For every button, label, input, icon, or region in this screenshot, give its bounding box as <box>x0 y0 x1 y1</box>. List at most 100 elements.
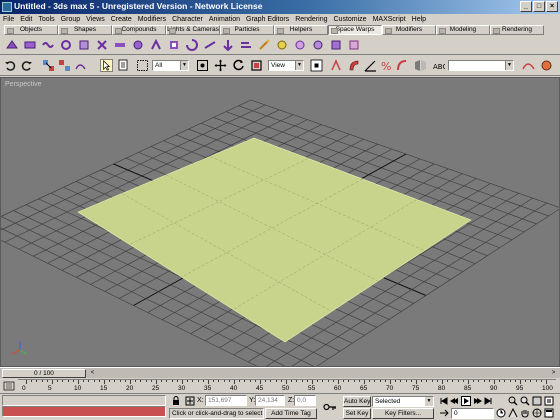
select-object-icon[interactable] <box>100 59 113 72</box>
menu-views[interactable]: Views <box>83 14 108 25</box>
menu-tools[interactable]: Tools <box>35 14 57 25</box>
menu-maxscript[interactable]: MAXScript <box>370 14 409 25</box>
tab-particles[interactable]: Particles <box>220 25 274 35</box>
set-key-button[interactable]: Set Key <box>343 408 371 419</box>
next-frame-icon[interactable] <box>472 396 482 406</box>
conform-icon[interactable] <box>348 39 360 51</box>
zoom-all-icon[interactable] <box>520 396 530 406</box>
udeflector-icon[interactable] <box>330 39 342 51</box>
x-coordinate-field[interactable]: 151,697 <box>205 395 247 406</box>
arc-rotate-icon[interactable] <box>532 408 542 418</box>
play-icon[interactable] <box>461 396 471 406</box>
y-coordinate-field[interactable]: 24,134 <box>255 395 285 406</box>
plane-object[interactable] <box>77 137 472 343</box>
motor-icon[interactable] <box>150 39 162 51</box>
menu-group[interactable]: Group <box>58 14 83 25</box>
force-warp-icon[interactable] <box>6 39 18 51</box>
select-and-rotate-icon[interactable] <box>232 59 245 72</box>
maximize-button[interactable]: □ <box>533 1 545 12</box>
sdeflector-icon[interactable] <box>312 39 324 51</box>
key-mode-toggle-icon[interactable] <box>439 408 449 418</box>
rectangular-selection-icon[interactable] <box>136 59 149 72</box>
gravity-icon[interactable] <box>222 39 234 51</box>
app-icon[interactable] <box>2 2 12 12</box>
tab-objects[interactable]: Objects <box>4 25 58 35</box>
maxscript-listener-mini[interactable] <box>2 395 166 406</box>
menu-graph-editors[interactable]: Graph Editors <box>243 14 292 25</box>
menu-animation[interactable]: Animation <box>206 14 243 25</box>
vortex-icon[interactable] <box>186 39 198 51</box>
zoom-extents-icon[interactable] <box>532 396 542 406</box>
zoom-extents-all-icon[interactable] <box>544 396 554 406</box>
time-slider[interactable]: 0 / 100 < > <box>0 367 560 378</box>
unlink-icon[interactable] <box>58 59 71 72</box>
minimize-button[interactable]: _ <box>520 1 532 12</box>
bind-space-warp-icon[interactable] <box>74 59 87 72</box>
mirror-icon[interactable] <box>414 59 427 72</box>
select-and-manipulate-icon[interactable] <box>330 59 343 72</box>
maximize-viewport-icon[interactable] <box>544 408 554 418</box>
go-to-end-icon[interactable] <box>483 396 493 406</box>
material-editor-icon[interactable] <box>540 59 553 72</box>
time-slider-next[interactable]: > <box>549 369 558 378</box>
previous-frame-icon[interactable] <box>450 396 460 406</box>
track-bar-icon[interactable] <box>3 380 15 392</box>
window-crossing-icon[interactable] <box>196 59 209 72</box>
path-follow-icon[interactable] <box>114 39 126 51</box>
curve-editor-icon[interactable] <box>522 59 535 72</box>
menu-customize[interactable]: Customize <box>331 14 370 25</box>
select-and-scale-icon[interactable] <box>250 59 263 72</box>
maxscript-mini-red[interactable] <box>2 406 166 417</box>
use-pivot-center-icon[interactable] <box>310 59 323 72</box>
undo-icon[interactable] <box>4 59 17 72</box>
percent-snap-icon[interactable]: % <box>380 59 393 72</box>
time-slider-prev[interactable]: < <box>88 369 97 378</box>
perspective-viewport[interactable]: Perspective <box>0 77 560 367</box>
named-selection-set-dropdown[interactable]: ▼ <box>448 60 514 71</box>
menu-help[interactable]: Help <box>409 14 429 25</box>
selection-filter-dropdown[interactable]: All ▼ <box>152 60 189 71</box>
dynaflector-icon[interactable] <box>294 39 306 51</box>
select-by-name-icon[interactable] <box>118 59 131 72</box>
tab-helpers[interactable]: Helpers <box>274 25 328 35</box>
close-button[interactable]: × <box>546 1 558 12</box>
align-icon[interactable]: ABC <box>432 59 445 72</box>
tab-rendering[interactable]: Rendering <box>490 25 544 35</box>
displace-icon[interactable] <box>258 39 270 51</box>
zoom-icon[interactable] <box>508 396 518 406</box>
field-of-view-icon[interactable] <box>508 408 518 418</box>
time-configuration-icon[interactable] <box>496 408 506 418</box>
pan-hand-icon[interactable] <box>520 408 530 418</box>
menu-file[interactable]: File <box>0 14 17 25</box>
menu-create[interactable]: Create <box>108 14 135 25</box>
go-to-start-icon[interactable] <box>439 396 449 406</box>
key-filters-button[interactable]: Key Filters... <box>372 408 434 419</box>
ripple-warp-icon[interactable] <box>60 39 72 51</box>
add-time-tag-button[interactable]: Add Time Tag <box>265 408 317 419</box>
omniflector-icon[interactable] <box>276 39 288 51</box>
angle-snap-icon[interactable] <box>364 59 377 72</box>
redo-icon[interactable] <box>20 59 33 72</box>
menu-character[interactable]: Character <box>169 14 206 25</box>
key-mode-dropdown[interactable]: Selected ▼ <box>372 396 434 407</box>
tab-compounds[interactable]: Compounds <box>112 25 166 35</box>
tab-modeling[interactable]: Modeling <box>436 25 490 35</box>
push-icon[interactable] <box>168 39 180 51</box>
current-frame-field[interactable]: 0 <box>451 408 494 419</box>
tab-lights-cameras[interactable]: Lights & Cameras <box>166 25 220 35</box>
deflector-warp-icon[interactable] <box>24 39 36 51</box>
bomb-warp-icon[interactable] <box>96 39 108 51</box>
lock-icon[interactable] <box>171 396 181 406</box>
pbomb-icon[interactable] <box>132 39 144 51</box>
wind-icon[interactable] <box>240 39 252 51</box>
time-slider-thumb[interactable]: 0 / 100 <box>2 369 86 378</box>
select-and-move-icon[interactable] <box>214 59 227 72</box>
menu-edit[interactable]: Edit <box>17 14 35 25</box>
tab-modifiers[interactable]: Modifiers <box>382 25 436 35</box>
displace-warp-icon[interactable] <box>78 39 90 51</box>
drag-icon[interactable] <box>204 39 216 51</box>
z-coordinate-field[interactable]: 0,0 <box>294 395 316 406</box>
snap-toggle-icon[interactable] <box>348 59 361 72</box>
spinner-snap-icon[interactable] <box>396 59 409 72</box>
menu-modifiers[interactable]: Modifiers <box>135 14 169 25</box>
